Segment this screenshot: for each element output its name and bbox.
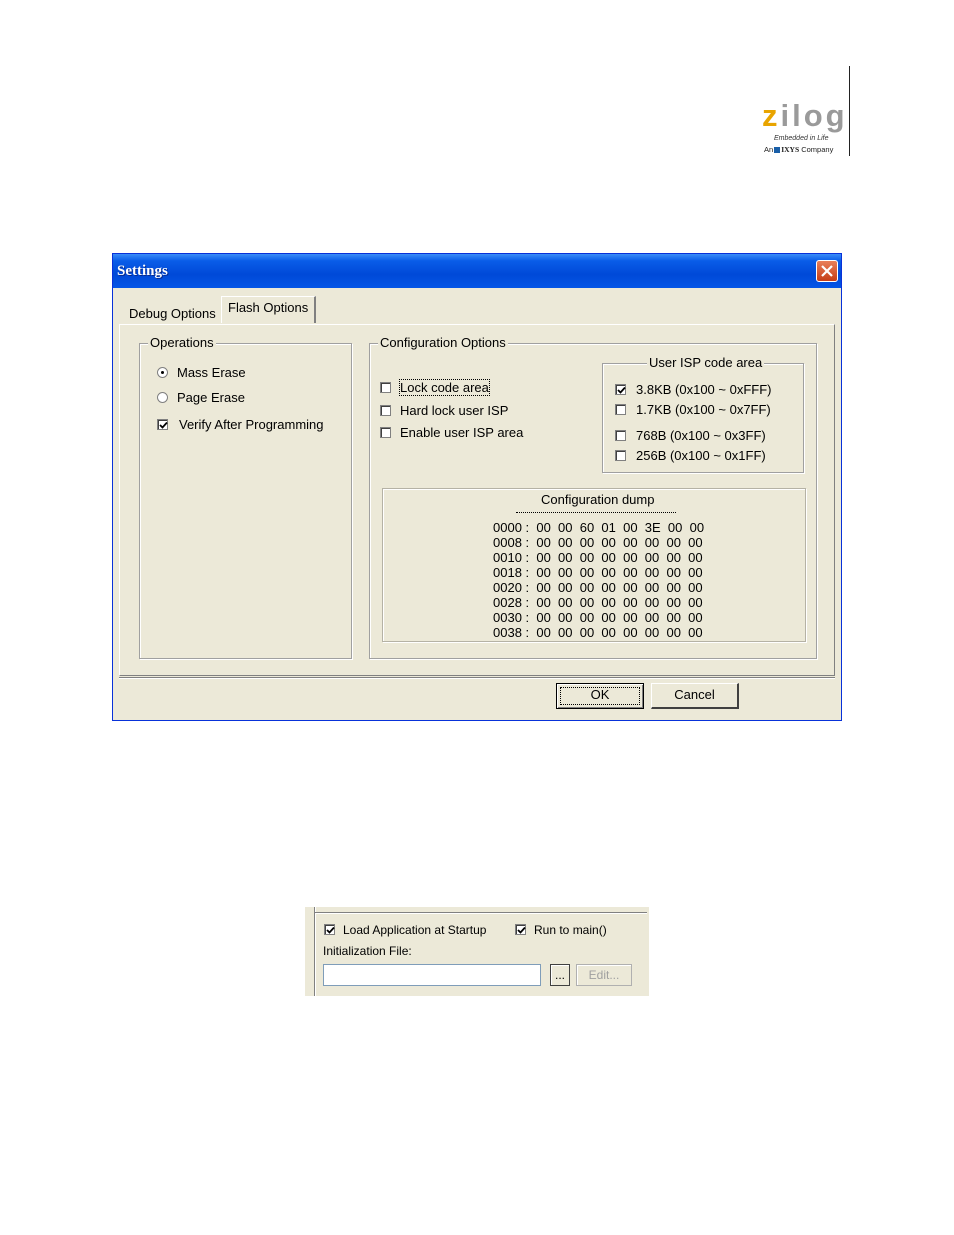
tab-debug-options[interactable]: Debug Options bbox=[123, 304, 222, 326]
logo-tagline: Embedded in Life bbox=[774, 135, 829, 142]
page-erase-label: Page Erase bbox=[177, 390, 245, 405]
configuration-options-group: Configuration Options Lock code area Har… bbox=[369, 335, 817, 659]
flash-options-panel: Operations Mass Erase Page Erase Verify … bbox=[119, 324, 835, 676]
check-icon bbox=[326, 926, 335, 934]
check-icon bbox=[517, 926, 526, 934]
configuration-options-title: Configuration Options bbox=[378, 335, 508, 351]
verify-label: Verify After Programming bbox=[179, 417, 324, 432]
run-to-main-label: Run to main() bbox=[534, 923, 607, 937]
init-file-input[interactable] bbox=[323, 964, 541, 986]
operations-group-title: Operations bbox=[148, 335, 216, 351]
operations-group: Operations Mass Erase Page Erase Verify … bbox=[139, 335, 352, 659]
dump-line: 0018 : 00 00 00 00 00 00 00 00 bbox=[493, 565, 703, 580]
cancel-button[interactable]: Cancel bbox=[651, 683, 739, 709]
user-isp-area-group: User ISP code area 3.8KB (0x100 ~ 0xFFF)… bbox=[602, 355, 804, 473]
mass-erase-label: Mass Erase bbox=[177, 365, 246, 380]
isp-option-label: 1.7KB (0x100 ~ 0x7FF) bbox=[636, 402, 771, 417]
logo-ixys-line: An IXYS Company bbox=[764, 145, 834, 154]
isp-option-label: 3.8KB (0x100 ~ 0xFFF) bbox=[636, 382, 772, 397]
settings-dialog: Settings Debug Options Flash Options Ope… bbox=[112, 253, 842, 721]
checkbox[interactable] bbox=[324, 924, 335, 935]
dump-line: 0028 : 00 00 00 00 00 00 00 00 bbox=[493, 595, 703, 610]
checkbox[interactable] bbox=[380, 382, 391, 393]
checkbox[interactable] bbox=[615, 404, 626, 415]
dump-line: 0038 : 00 00 00 00 00 00 00 00 bbox=[493, 625, 703, 640]
close-icon bbox=[821, 265, 833, 277]
isp-option-label: 768B (0x100 ~ 0x3FF) bbox=[636, 428, 766, 443]
configuration-dump-title: Configuration dump bbox=[541, 492, 655, 507]
debug-options-snippet: Load Application at Startup Run to main(… bbox=[305, 907, 649, 996]
dump-line: 0020 : 00 00 00 00 00 00 00 00 bbox=[493, 580, 703, 595]
checkbox[interactable] bbox=[515, 924, 526, 935]
enable-isp-label: Enable user ISP area bbox=[400, 425, 524, 440]
load-app-label: Load Application at Startup bbox=[343, 923, 487, 937]
edit-button[interactable]: Edit... bbox=[576, 964, 632, 986]
tab-flash-options[interactable]: Flash Options bbox=[221, 296, 317, 323]
dump-title-underline bbox=[516, 512, 676, 513]
dump-line: 0000 : 00 00 60 01 00 3E 00 00 bbox=[493, 520, 705, 535]
check-icon bbox=[617, 386, 626, 394]
lock-code-label: Lock code area bbox=[399, 379, 490, 396]
close-button[interactable] bbox=[816, 260, 838, 282]
user-isp-area-title: User ISP code area bbox=[647, 355, 765, 371]
init-file-label: Initialization File: bbox=[323, 944, 412, 958]
button-separator bbox=[119, 677, 835, 679]
browse-button[interactable]: ... bbox=[550, 964, 570, 986]
title-bar[interactable]: Settings bbox=[113, 254, 841, 288]
tab-strip: Debug Options Flash Options bbox=[113, 296, 841, 326]
dump-line: 0010 : 00 00 00 00 00 00 00 00 bbox=[493, 550, 703, 565]
hard-lock-label: Hard lock user ISP bbox=[400, 403, 509, 418]
zilog-logo: zilog Embedded in Life An IXYS Company bbox=[760, 100, 846, 160]
dialog-title: Settings bbox=[117, 263, 168, 279]
dump-line: 0008 : 00 00 00 00 00 00 00 00 bbox=[493, 535, 703, 550]
logo-wordmark: zilog bbox=[762, 98, 848, 133]
ixys-square-icon bbox=[774, 147, 781, 153]
checkbox[interactable] bbox=[615, 384, 626, 395]
dump-line: 0030 : 00 00 00 00 00 00 00 00 bbox=[493, 610, 703, 625]
isp-option-label: 256B (0x100 ~ 0x1FF) bbox=[636, 448, 766, 463]
checkbox[interactable] bbox=[380, 405, 391, 416]
check-icon bbox=[159, 421, 168, 429]
checkbox[interactable] bbox=[380, 427, 391, 438]
ok-button[interactable]: OK bbox=[556, 683, 644, 709]
checkbox[interactable] bbox=[615, 450, 626, 461]
radio-button[interactable] bbox=[157, 367, 168, 378]
checkbox[interactable] bbox=[157, 419, 168, 430]
configuration-dump-box: Configuration dump 0000 : 00 00 60 01 00… bbox=[382, 488, 806, 642]
header-rule bbox=[849, 66, 850, 156]
radio-button[interactable] bbox=[157, 392, 168, 403]
checkbox[interactable] bbox=[615, 430, 626, 441]
